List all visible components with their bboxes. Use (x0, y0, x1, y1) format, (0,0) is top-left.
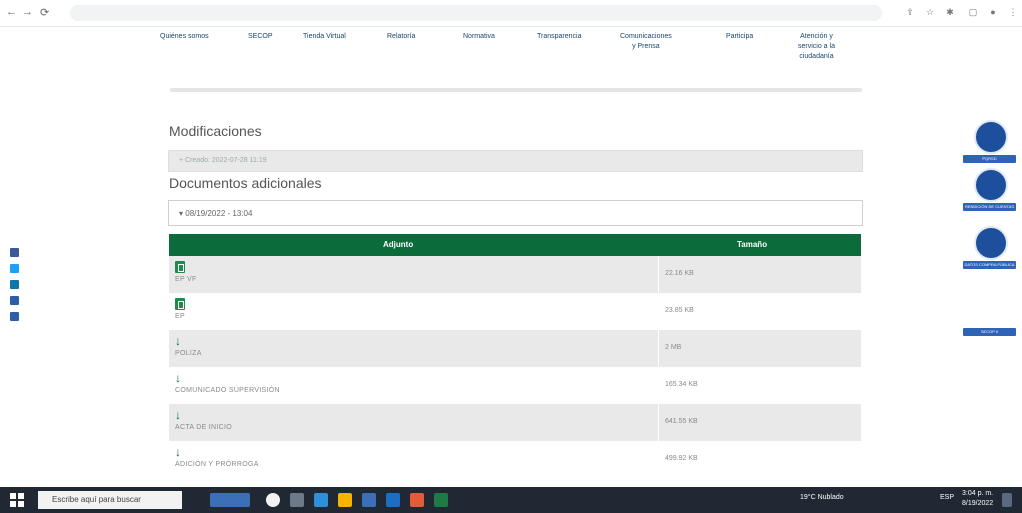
table-row[interactable]: EP VF 22.16 KB (169, 256, 861, 293)
edge-icon[interactable] (314, 493, 328, 507)
file-explorer-icon[interactable] (338, 493, 352, 507)
attachment-name[interactable]: EP (175, 313, 185, 320)
table-row[interactable]: ↓ COMUNICADO SUPERVISIÓN 165.34 KB (169, 367, 861, 404)
linkedin-icon[interactable] (10, 280, 19, 289)
nav-item-quienes-somos[interactable]: Quiénes somos (160, 32, 209, 42)
cortana-icon[interactable] (266, 493, 280, 507)
table-row[interactable]: ↓ POLIZA 2 MB (169, 330, 861, 367)
share-icon[interactable]: ⇪ (905, 7, 915, 17)
taskbar-search-input[interactable]: Escribe aquí para buscar (38, 491, 182, 509)
download-icon[interactable]: ↓ (175, 372, 185, 384)
bookmark-star-icon[interactable]: ☆ (925, 7, 935, 17)
modificaciones-accordion[interactable]: + Creado: 2022-07-28 11:19 (168, 150, 863, 172)
nav-item-tienda-virtual[interactable]: Tienda Virtual (303, 32, 346, 42)
excel-icon[interactable] (175, 298, 185, 310)
attachment-name[interactable]: ACTA DE INICIO (175, 424, 232, 431)
download-icon[interactable]: ↓ (175, 335, 185, 347)
store-icon[interactable] (362, 493, 376, 507)
modificaciones-accordion-label: + Creado: 2022-07-28 11:19 (179, 157, 267, 164)
windows-taskbar: Escribe aquí para buscar 19°C Nublado ES… (0, 487, 1022, 513)
menu-kebab-icon[interactable]: ⋮ (1008, 7, 1018, 17)
column-header-tamano: Tamaño (737, 240, 768, 249)
attachment-size: 641.55 KB (665, 418, 698, 425)
reload-button[interactable]: ⟳ (40, 6, 49, 19)
table-row[interactable]: EP 23.85 KB (169, 293, 861, 330)
back-button[interactable]: ← (6, 6, 17, 18)
weather-status[interactable]: 19°C Nublado (800, 494, 844, 501)
nav-item-atencion[interactable]: Atención y servicio a la ciudadanía (798, 32, 835, 62)
profile-icon[interactable]: ● (988, 7, 998, 17)
attachment-size: 499.92 KB (665, 455, 698, 462)
attachment-name[interactable]: EP VF (175, 276, 197, 283)
nav-item-relatoria[interactable]: Relatoría (387, 32, 415, 42)
table-header: Adjunto Tamaño (169, 234, 861, 256)
pqrsd-icon[interactable] (974, 120, 1008, 154)
clock-time[interactable]: 3:04 p. m. (962, 490, 993, 497)
excel-icon[interactable] (175, 261, 185, 273)
documentos-accordion-label: ▾ 08/19/2022 - 13:04 (179, 209, 253, 218)
documentos-accordion[interactable]: ▾ 08/19/2022 - 13:04 (168, 200, 863, 226)
attachment-name[interactable]: COMUNICADO SUPERVISIÓN (175, 387, 280, 394)
download-icon[interactable]: ↓ (175, 409, 185, 421)
browser-toolbar: ← → ⟳ ⇪ ☆ ✱ ▢ ● ⋮ (0, 0, 1022, 27)
modificaciones-title: Modificaciones (169, 123, 262, 139)
weather-widget-icon[interactable] (210, 493, 250, 507)
datos-compra-icon[interactable] (974, 226, 1008, 260)
language-indicator[interactable]: ESP (940, 494, 954, 501)
mail-icon[interactable] (386, 493, 400, 507)
facebook-icon[interactable] (10, 248, 19, 257)
secop-ii-icon[interactable] (974, 298, 1008, 332)
documentos-adicionales-title: Documentos adicionales (169, 175, 322, 191)
notifications-icon[interactable] (1002, 493, 1012, 507)
rss-icon[interactable] (10, 312, 19, 321)
forward-button[interactable]: → (22, 6, 33, 18)
datos-compra-label[interactable]: DATOS COMPRA PÚBLICA (963, 261, 1016, 269)
rendicion-cuentas-icon[interactable] (974, 168, 1008, 202)
windows-start-icon[interactable] (10, 493, 24, 507)
youtube-icon[interactable] (10, 296, 19, 305)
download-icon[interactable]: ↓ (175, 446, 185, 458)
section-divider (170, 88, 862, 92)
attachment-name[interactable]: POLIZA (175, 350, 202, 357)
clock-date[interactable]: 8/19/2022 (962, 500, 993, 507)
nav-item-comunicaciones[interactable]: Comunicaciones y Prensa (620, 32, 672, 52)
secop-ii-label[interactable]: SECOP II (963, 328, 1016, 336)
nav-item-secop[interactable]: SECOP (248, 32, 273, 42)
table-row[interactable]: ↓ ACTA DE INICIO 641.55 KB (169, 404, 861, 441)
extensions-icon[interactable]: ✱ (945, 7, 955, 17)
nav-item-transparencia[interactable]: Transparencia (537, 32, 582, 42)
excel-taskbar-icon[interactable] (434, 493, 448, 507)
attachments-table: Adjunto Tamaño EP VF 22.16 KB EP 23.85 K… (169, 234, 861, 478)
column-header-adjunto: Adjunto (383, 240, 414, 249)
site-navigation: Quiénes somos SECOP Tienda Virtual Relat… (150, 26, 870, 78)
twitter-icon[interactable] (10, 264, 19, 273)
attachment-size: 23.85 KB (665, 307, 694, 314)
chrome-icon[interactable] (410, 493, 424, 507)
table-row[interactable]: ↓ ADICIÓN Y PRÓRROGA 499.92 KB (169, 441, 861, 478)
attachment-size: 22.16 KB (665, 270, 694, 277)
pqrsd-label[interactable]: PQRSD (963, 155, 1016, 163)
sidebar-toggle-icon[interactable]: ▢ (968, 7, 978, 17)
attachment-size: 165.34 KB (665, 381, 698, 388)
nav-item-normativa[interactable]: Normativa (463, 32, 495, 42)
rendicion-label[interactable]: RENDICIÓN DE CUENTAS (963, 203, 1016, 211)
address-bar[interactable] (70, 5, 882, 21)
task-view-icon[interactable] (290, 493, 304, 507)
nav-item-participa[interactable]: Participa (726, 32, 753, 42)
attachment-size: 2 MB (665, 344, 682, 351)
attachment-name[interactable]: ADICIÓN Y PRÓRROGA (175, 461, 259, 468)
